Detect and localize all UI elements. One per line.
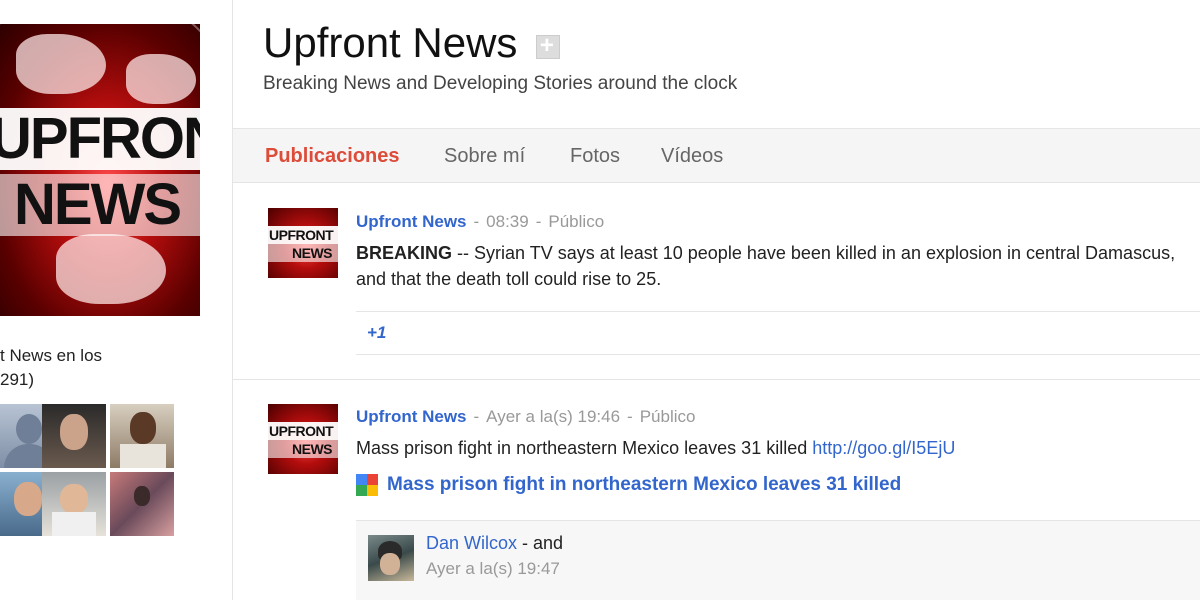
- circle-member-avatar[interactable]: [42, 404, 106, 468]
- avatar-logo-text: UPFRONT: [269, 227, 334, 243]
- commenter-avatar[interactable]: [368, 535, 414, 581]
- globe-land: [126, 54, 196, 104]
- avatar-logo-text: NEWS: [292, 245, 333, 261]
- globe-land: [16, 34, 106, 94]
- profile-tagline: Breaking News and Developing Stories aro…: [263, 73, 738, 94]
- post-visibility[interactable]: Público: [548, 212, 604, 231]
- tab-sobre-mi[interactable]: Sobre mí: [444, 145, 525, 168]
- post-text: Mass prison fight in northeastern Mexico…: [356, 438, 813, 458]
- page-title: Upfront News: [263, 19, 518, 66]
- post-body: Mass prison fight in northeastern Mexico…: [356, 435, 1176, 461]
- circle-member-avatar[interactable]: [110, 404, 174, 468]
- profile-tabbar: Publicaciones Sobre mí Fotos Vídeos: [233, 128, 1200, 183]
- post-meta: Upfront News -08:39- Público: [356, 212, 605, 231]
- post-author-avatar[interactable]: UPFRONT NEWS: [268, 208, 338, 278]
- tab-videos[interactable]: Vídeos: [661, 145, 723, 168]
- post: UPFRONT NEWS Upfront News - Ayer a la(s) 1…: [233, 380, 1200, 600]
- avatar-logo-text: UPFRONT: [269, 423, 334, 439]
- commenter-name-link[interactable]: Dan Wilcox: [426, 533, 517, 553]
- post-body: BREAKING -- Syrian TV says at least 10 p…: [356, 240, 1176, 292]
- logo-text-line1: UPFRONT: [0, 106, 200, 171]
- left-column: UPFRONT NEWS t News en los 291): [0, 0, 232, 600]
- add-to-circles-icon[interactable]: [535, 32, 560, 60]
- post-timestamp[interactable]: 08:39: [486, 212, 529, 231]
- tab-fotos[interactable]: Fotos: [570, 145, 620, 168]
- circles-caption-line1: t News en los: [0, 346, 103, 365]
- plusone-button[interactable]: +1: [367, 323, 386, 343]
- comment-text: - and: [517, 533, 564, 553]
- comment-header: Dan Wilcox - and: [426, 533, 563, 554]
- shared-link-title[interactable]: Mass prison fight in northeastern Mexico…: [387, 474, 901, 496]
- post-author-avatar[interactable]: UPFRONT NEWS: [268, 404, 338, 474]
- comment: Dan Wilcox - and Ayer a la(s) 19:47: [356, 520, 1200, 600]
- post-text: -- Syrian TV says at least 10 people hav…: [356, 243, 1176, 289]
- tab-publicaciones[interactable]: Publicaciones: [265, 145, 400, 168]
- google-link-icon: [356, 474, 378, 496]
- post-timestamp[interactable]: Ayer a la(s) 19:46: [486, 407, 620, 426]
- post-author-link[interactable]: Upfront News: [356, 407, 467, 426]
- profile-photo[interactable]: UPFRONT NEWS: [0, 24, 200, 316]
- circles-caption: t News en los 291): [0, 344, 232, 392]
- post-lead: BREAKING: [356, 243, 453, 263]
- post-meta: Upfront News - Ayer a la(s) 19:46- Público: [356, 407, 696, 426]
- profile-header: Upfront News: [263, 18, 560, 68]
- post-visibility[interactable]: Público: [640, 407, 696, 426]
- post: UPFRONT NEWS Upfront News -08:39- Público …: [233, 184, 1200, 379]
- globe-land: [56, 234, 166, 304]
- circle-member-avatar[interactable]: [110, 472, 174, 536]
- post-author-link[interactable]: Upfront News: [356, 212, 467, 231]
- circle-member-avatar[interactable]: [42, 472, 106, 536]
- post-link[interactable]: http://goo.gl/I5EjU: [812, 438, 955, 458]
- post-actions: +1: [356, 311, 1200, 355]
- circles-caption-line2: 291): [0, 370, 35, 389]
- avatar-logo-text: NEWS: [292, 441, 333, 457]
- logo-text-line2: NEWS: [14, 172, 182, 237]
- comment-timestamp[interactable]: Ayer a la(s) 19:47: [426, 559, 560, 579]
